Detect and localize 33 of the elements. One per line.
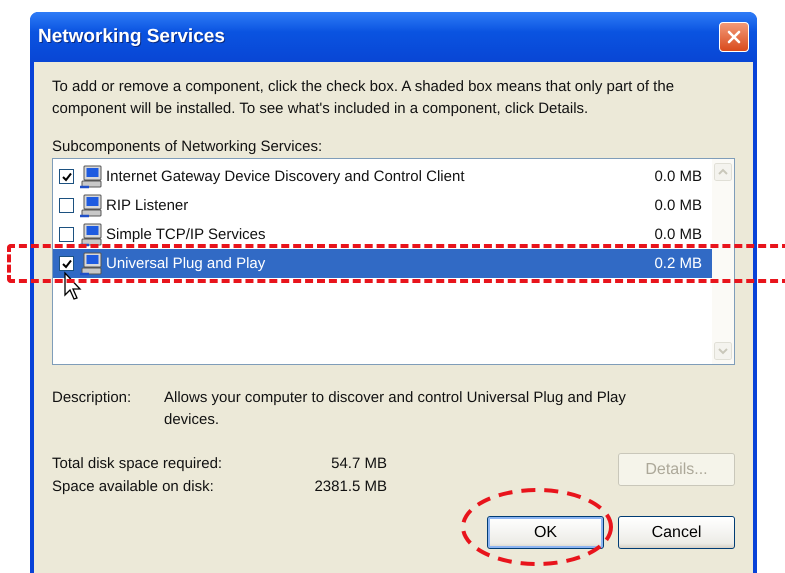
description-text: Allows your computer to discover and control Universal Plug and Play devices. — [164, 388, 627, 430]
component-size: 0.0 MB — [654, 226, 702, 243]
component-row[interactable]: Internet Gateway Device Discovery and Control Client 0.0 MB — [53, 162, 712, 191]
component-name: RIP Listener — [106, 197, 190, 214]
computer-icon — [79, 222, 103, 246]
computer-icon — [79, 252, 103, 276]
component-row[interactable]: Simple TCP/IP Services 0.0 MB — [53, 220, 712, 249]
description-label: Description: — [52, 388, 132, 408]
close-button[interactable] — [719, 22, 749, 52]
component-name: Simple TCP/IP Services — [106, 226, 266, 243]
disk-value: 54.7 MB — [330, 455, 387, 472]
component-name: Universal Plug and Play — [106, 255, 266, 272]
instructions-text: To add or remove a component, click the check box. A shaded box means that only part of the component will be installed. To see what's included in a component, click Details. — [52, 77, 676, 119]
disk-label: Total disk space required: — [52, 455, 224, 472]
cursor-icon — [63, 271, 83, 301]
component-row[interactable]: RIP Listener 0.0 MB — [53, 191, 712, 220]
list-label: Subcomponents of Networking Services: — [52, 138, 324, 155]
checkbox[interactable] — [59, 169, 74, 184]
dialog-button[interactable]: Cancel — [618, 516, 735, 549]
checkbox[interactable] — [59, 256, 74, 271]
disk-label: Space available on disk: — [52, 478, 215, 495]
component-name: Internet Gateway Device Discovery and Control Client — [106, 168, 466, 185]
computer-icon — [79, 194, 103, 218]
dialog-button[interactable]: OK — [487, 516, 604, 549]
window-title: Networking Services — [38, 26, 225, 48]
checkbox[interactable] — [59, 198, 74, 213]
disk-value: 2381.5 MB — [313, 478, 387, 495]
computer-icon — [79, 164, 103, 188]
component-size: 0.0 MB — [654, 197, 702, 214]
close-icon — [726, 29, 742, 45]
component-size: 0.0 MB — [654, 168, 702, 185]
component-size: 0.2 MB — [654, 255, 702, 272]
checkbox[interactable] — [59, 227, 74, 242]
